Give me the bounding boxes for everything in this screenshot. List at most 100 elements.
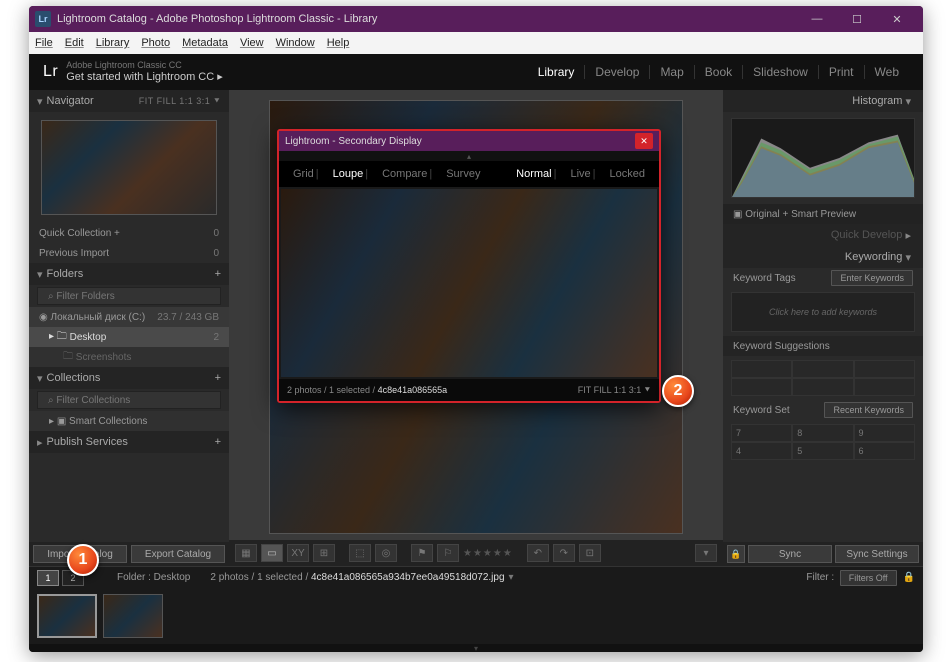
menu-window[interactable]: Window: [276, 37, 315, 49]
sec-mode-locked[interactable]: Locked: [604, 168, 651, 180]
close-button[interactable]: ✕: [877, 6, 917, 32]
publish-header[interactable]: ▸ Publish Services +: [29, 431, 229, 453]
chevron-down-icon[interactable]: ▾: [509, 572, 514, 583]
plus-icon[interactable]: +: [215, 268, 221, 280]
filmstrip-thumb-2[interactable]: [103, 594, 163, 638]
secondary-tabs: Grid Loupe Compare Survey Normal Live Lo…: [279, 161, 659, 187]
menu-edit[interactable]: Edit: [65, 37, 84, 49]
sec-mode-live[interactable]: Live: [564, 168, 603, 180]
secondary-close-button[interactable]: ✕: [635, 133, 653, 149]
chevron-down-icon: ▾: [37, 268, 43, 281]
export-catalog-button[interactable]: Export Catalog: [131, 545, 225, 563]
menu-view[interactable]: View: [240, 37, 264, 49]
catalog-quick-collection[interactable]: Quick Collection +0: [29, 223, 229, 243]
keywording-header[interactable]: Keywording ▾: [723, 246, 923, 268]
navigator-zoom-opts[interactable]: FIT FILL 1:1 3:1 ⯆: [139, 96, 221, 107]
sec-mode-normal[interactable]: Normal: [510, 168, 564, 180]
navigator-header[interactable]: ▾ Navigator FIT FILL 1:1 3:1 ⯆: [29, 90, 229, 112]
kw-slot-9[interactable]: 9: [854, 424, 915, 442]
grid-view-button[interactable]: ▦: [235, 544, 257, 562]
toolbar-menu-button[interactable]: ▾: [695, 544, 717, 562]
collections-header[interactable]: ▾ Collections +: [29, 367, 229, 389]
minimize-button[interactable]: —: [797, 6, 837, 32]
display-1-button[interactable]: 1: [37, 570, 59, 586]
kw-slot-5[interactable]: 5: [792, 442, 853, 460]
keyword-set-select[interactable]: Recent Keywords: [824, 402, 913, 418]
keyword-mode-select[interactable]: Enter Keywords: [831, 270, 913, 286]
secondary-filename: 4c8e41a086565a: [378, 385, 448, 395]
navigator-preview[interactable]: [41, 120, 217, 215]
sync-settings-button[interactable]: Sync Settings: [835, 545, 919, 563]
secondary-zoom-opts[interactable]: FIT FILL 1:1 3:1 ⯆: [578, 385, 651, 396]
center-toolbar: ▦ ▭ XY ⊞ ⬚ ◎ ⚑ ⚐ ★★★★★ ↶ ↷ ⊡ ▾: [229, 540, 723, 566]
kw-slot-6[interactable]: 6: [854, 442, 915, 460]
module-develop[interactable]: Develop: [585, 65, 650, 79]
flag-pick-button[interactable]: ⚑: [411, 544, 433, 562]
folder-desktop[interactable]: ▸ 🗀 Desktop 2: [29, 327, 229, 347]
histogram-chart[interactable]: [731, 118, 915, 198]
module-web[interactable]: Web: [865, 65, 909, 79]
menu-help[interactable]: Help: [327, 37, 350, 49]
rotate-ccw-button[interactable]: ↶: [527, 544, 549, 562]
maximize-button[interactable]: ☐: [837, 6, 877, 32]
lr-logo: Lr: [43, 63, 58, 81]
menu-file[interactable]: File: [35, 37, 53, 49]
filmstrip-thumb-1[interactable]: [37, 594, 97, 638]
folders-header[interactable]: ▾ Folders +: [29, 263, 229, 285]
module-book[interactable]: Book: [695, 65, 743, 79]
secondary-titlebar: Lightroom - Secondary Display ✕: [279, 131, 659, 151]
compare-view-button[interactable]: XY: [287, 544, 309, 562]
collection-filter-input[interactable]: ⌕ Filter Collections: [37, 391, 221, 409]
sec-tab-survey[interactable]: Survey: [440, 168, 486, 180]
folder-filter-input[interactable]: ⌕ Filter Folders: [37, 287, 221, 305]
module-library[interactable]: Library: [528, 65, 586, 79]
identity-subtitle: Adobe Lightroom Classic CC: [66, 61, 223, 71]
filter-label: Filter :: [806, 572, 834, 583]
keyword-input-area[interactable]: Click here to add keywords: [731, 292, 915, 332]
collection-smart[interactable]: ▸ ▣ Smart Collections: [29, 411, 229, 431]
filmstrip-collapse-handle[interactable]: ▾: [29, 644, 923, 652]
quickdev-header[interactable]: Quick Develop ▸: [723, 224, 923, 246]
sec-tab-loupe[interactable]: Loupe: [327, 168, 376, 180]
painter-button[interactable]: ⬚: [349, 544, 371, 562]
rotate-cw-button[interactable]: ↷: [553, 544, 575, 562]
survey-view-button[interactable]: ⊞: [313, 544, 335, 562]
secondary-collapse-top[interactable]: ▴: [279, 151, 659, 161]
sec-tab-compare[interactable]: Compare: [376, 168, 440, 180]
folder-screenshots[interactable]: 🗀 Screenshots: [29, 347, 229, 367]
module-slideshow[interactable]: Slideshow: [743, 65, 819, 79]
histogram-title: Histogram: [852, 95, 902, 107]
module-map[interactable]: Map: [650, 65, 694, 79]
module-print[interactable]: Print: [819, 65, 865, 79]
sync-button[interactable]: Sync: [748, 545, 832, 563]
kw-slot-8[interactable]: 8: [792, 424, 853, 442]
histogram-header[interactable]: Histogram ▾: [723, 90, 923, 112]
folder-icon: 🗀: [63, 349, 73, 366]
spray-button[interactable]: ◎: [375, 544, 397, 562]
menu-metadata[interactable]: Metadata: [182, 37, 228, 49]
drive-icon: ◉: [39, 312, 48, 323]
flag-reject-button[interactable]: ⚐: [437, 544, 459, 562]
filmstrip-folder[interactable]: Folder : Desktop: [117, 572, 190, 583]
chevron-down-icon: ▾: [37, 95, 43, 108]
sec-tab-grid[interactable]: Grid: [287, 168, 327, 180]
lock-icon[interactable]: 🔒: [727, 545, 745, 563]
lock-icon[interactable]: 🔒: [903, 572, 915, 583]
menu-library[interactable]: Library: [96, 37, 130, 49]
secondary-image-view[interactable]: [281, 189, 657, 377]
folder-drive[interactable]: ◉ Локальный диск (C:) 23.7 / 243 GB: [29, 307, 229, 327]
rating-stars[interactable]: ★★★★★: [463, 548, 513, 559]
keyword-set-grid: 7 8 9 4 5 6: [731, 424, 915, 460]
plus-icon[interactable]: +: [215, 372, 221, 384]
loupe-view-button[interactable]: ▭: [261, 544, 283, 562]
filter-select[interactable]: Filters Off: [840, 570, 897, 586]
crop-button[interactable]: ⊡: [579, 544, 601, 562]
identity-main[interactable]: Get started with Lightroom CC ▸: [66, 71, 223, 83]
menu-photo[interactable]: Photo: [141, 37, 170, 49]
kw-slot-4[interactable]: 4: [731, 442, 792, 460]
plus-icon[interactable]: +: [215, 436, 221, 448]
kw-slot-7[interactable]: 7: [731, 424, 792, 442]
filmstrip[interactable]: [29, 588, 923, 644]
catalog-previous-import[interactable]: Previous Import0: [29, 243, 229, 263]
keyword-set-row: Keyword Set Recent Keywords: [723, 400, 923, 420]
